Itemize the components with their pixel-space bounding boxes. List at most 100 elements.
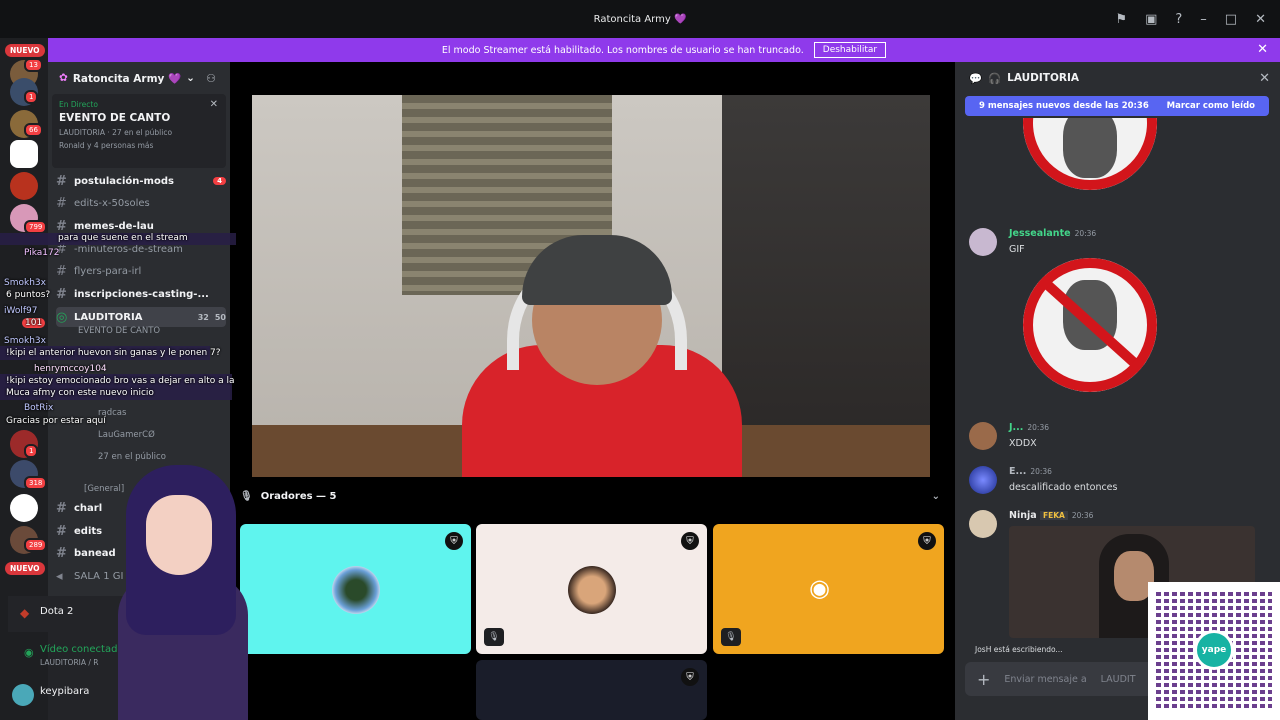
close-icon[interactable]: ✕ — [1259, 71, 1270, 86]
hash-icon: # — [56, 286, 67, 302]
hash-icon: # — [56, 263, 67, 279]
cap — [522, 235, 672, 305]
avatar[interactable] — [969, 466, 997, 494]
maximize-icon[interactable]: □ — [1225, 12, 1237, 27]
speakers-header[interactable]: 🎙 Oradores — 5 ⌄ — [240, 485, 940, 507]
avatar[interactable] — [969, 422, 997, 450]
message-text: descalificado entonces — [1009, 482, 1118, 493]
new-messages-text: 9 mensajes nuevos desde las 20:36 — [979, 101, 1149, 111]
speaker-tile[interactable]: ⛨ — [476, 660, 707, 720]
channel-label: memes-de-lau — [74, 220, 154, 232]
speaker-tile[interactable]: ⛨ — [240, 524, 471, 654]
new-pill: NUEVO — [5, 562, 45, 575]
server-badge: 13 — [24, 58, 43, 72]
avatar — [568, 566, 616, 614]
server-badge: 799 — [24, 220, 48, 234]
message-author[interactable]: Ninja FEKA 20:36 — [1009, 510, 1093, 521]
message-text: XDDX — [1009, 438, 1037, 449]
chevron-down-icon[interactable]: ⌄ — [932, 491, 940, 502]
camera-video[interactable] — [252, 95, 930, 477]
channel-inscripciones[interactable]: # inscripciones-casting-... — [56, 284, 226, 304]
new-pill: NUEVO — [5, 44, 45, 57]
hash-icon: # — [56, 523, 67, 539]
server-badge: 66 — [24, 123, 43, 137]
discord-logo-icon: ◉ — [809, 574, 830, 602]
event-title: EVENTO DE CANTO — [59, 112, 171, 124]
moderator-icon: ⛨ — [681, 532, 699, 550]
voice-channel-sub: EVENTO DE CANTO — [78, 326, 161, 336]
message-author[interactable]: J... 20:36 — [1009, 422, 1049, 433]
voice-channel-lauditoria[interactable]: ◎ LAUDITORIA 32 50 — [56, 307, 226, 327]
channel-edits[interactable]: # edits-x-50soles — [56, 193, 226, 213]
message-author[interactable]: E... 20:36 — [1009, 466, 1052, 477]
stage-area: 🎙 Oradores — 5 ⌄ ⛨ ⛨ 🎙 ⛨ ◉ 🎙 ⛨ — [230, 62, 950, 720]
streamer-mode-banner: El modo Streamer está habilitado. Los no… — [48, 38, 1280, 62]
add-attachment-icon[interactable]: + — [977, 670, 990, 689]
overlay-author: Smokh3x — [4, 336, 46, 346]
avatar[interactable] — [969, 510, 997, 538]
flag-icon[interactable]: ⚑ — [1115, 12, 1127, 27]
server-icon[interactable] — [10, 494, 38, 522]
avatar — [332, 566, 380, 614]
channel-label: postulación-mods — [74, 175, 174, 187]
banner-text: El modo Streamer está habilitado. Los no… — [441, 44, 804, 56]
chevron-down-icon: ⌄ — [186, 72, 195, 84]
chat-bubble-icon: 💬 — [969, 72, 983, 85]
gif-image[interactable] — [1023, 118, 1157, 190]
invite-icon[interactable]: ⚇ — [206, 72, 216, 85]
streamer — [452, 215, 752, 477]
new-messages-bar[interactable]: 9 mensajes nuevos desde las 20:36 Marcar… — [965, 96, 1269, 116]
hash-icon: # — [56, 545, 67, 561]
input-placeholder: Enviar mensaje a — [1004, 673, 1087, 685]
channel-label: LAUDITORIA — [74, 311, 143, 323]
mark-read-button[interactable]: Marcar como leído — [1167, 101, 1255, 111]
voice-user[interactable]: LauGamerCØ — [98, 430, 155, 440]
minimize-icon[interactable]: – — [1200, 12, 1207, 27]
yape-qr-code: yape — [1148, 582, 1280, 720]
channel-label: edits — [74, 525, 103, 537]
window-title: Ratoncita Army 💜 — [593, 13, 687, 25]
hash-icon: # — [56, 218, 67, 234]
overlay-author: iWolf97 — [4, 306, 38, 316]
hash-icon: # — [56, 195, 67, 211]
avatar[interactable] — [12, 684, 34, 706]
overlay-message: Gracias por estar aquí — [6, 416, 106, 426]
server-badge: 318 — [24, 476, 48, 490]
moderator-icon: ⛨ — [445, 532, 463, 550]
moderator-icon: ⛨ — [681, 668, 699, 686]
server-badge: 1 — [24, 444, 39, 458]
server-icon[interactable] — [10, 140, 38, 168]
disable-streamer-button[interactable]: Deshabilitar — [813, 42, 887, 58]
moderator-icon: ⛨ — [918, 532, 936, 550]
event-meta: LAUDITORIA · 27 en el público — [59, 128, 173, 137]
close-icon[interactable]: ✕ — [1257, 42, 1268, 57]
overlay-message: !kipi estoy emocionado bro vas a dejar e… — [6, 376, 235, 386]
inbox-icon[interactable]: ▣ — [1145, 12, 1157, 27]
channel-flyers[interactable]: # flyers-para-irl — [56, 261, 226, 281]
close-icon[interactable]: ✕ — [210, 99, 218, 110]
message-author[interactable]: Jessealante 20:36 — [1009, 228, 1096, 239]
chat-header: 💬 🎧 LAUDITORIA ✕ — [955, 62, 1280, 94]
server-name: Ratoncita Army 💜 — [72, 72, 182, 85]
input-target: LAUDIT — [1100, 673, 1136, 685]
server-icon[interactable] — [10, 172, 38, 200]
live-event-card[interactable]: En Directo EVENTO DE CANTO LAUDITORIA · … — [52, 94, 226, 168]
speaker-tile[interactable]: ⛨ ◉ 🎙 — [713, 524, 944, 654]
help-icon[interactable]: ? — [1175, 12, 1182, 27]
yape-logo-icon: yape — [1194, 630, 1234, 670]
avatar[interactable] — [969, 228, 997, 256]
event-people: Ronald y 4 personas más — [59, 141, 154, 150]
hash-icon: # — [56, 173, 67, 189]
chat-title: LAUDITORIA — [1007, 72, 1080, 84]
close-window-icon[interactable]: ✕ — [1255, 12, 1266, 27]
video-sub: LAUDITORIA / R — [40, 658, 99, 667]
server-header[interactable]: ✿ Ratoncita Army 💜 ⌄ ⚇ — [48, 62, 230, 94]
background-shelf — [722, 95, 930, 477]
speaker-icon: ◂ — [56, 568, 63, 584]
server-badge: 1 — [24, 90, 39, 104]
gif-image[interactable] — [1023, 258, 1157, 392]
speaker-tile[interactable]: ⛨ 🎙 — [476, 524, 707, 654]
overlay-message: 6 puntos? — [6, 290, 51, 300]
channel-postulacion-mods[interactable]: # postulación-mods 4 — [56, 171, 226, 191]
overlay-author: Pika172 — [24, 248, 60, 258]
